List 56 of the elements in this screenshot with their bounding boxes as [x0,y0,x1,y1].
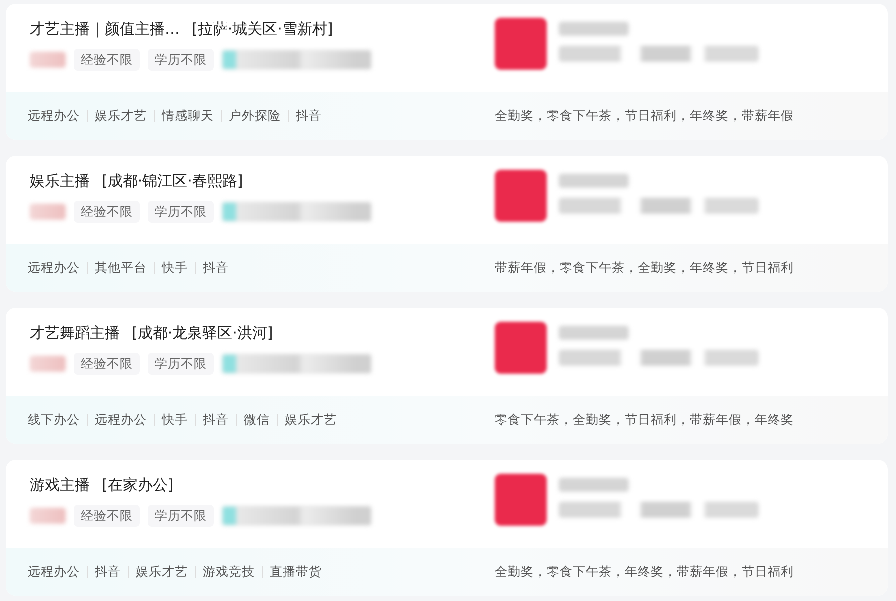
skill-tag: 微信 [236,414,277,426]
job-card[interactable]: 才艺舞蹈主播 [成都·龙泉驿区·洪河] 经验不限 学历不限 线下办公 远程办公 快手 抖音 微信 娱乐才艺 零食下午茶，全勤奖，节日福利，带薪年假，年终奖 [6,308,888,444]
job-title: 娱乐主播 [30,171,90,192]
job-location: [成都·锦江区·春熙路] [102,171,244,192]
skill-tag: 远程办公 [87,414,154,426]
requirement-tag: 经验不限 [74,352,140,376]
blurred-company-name [559,174,629,188]
benefits-text: 带薪年假，零食下午茶，全勤奖，年终奖，节日福利 [494,258,794,277]
blurred-company-name [559,326,629,340]
job-title: 才艺主播｜颜值主播… [30,19,180,40]
requirement-tag: 经验不限 [74,200,140,224]
benefits-text: 全勤奖，零食下午茶，节日福利，年终奖，带薪年假 [494,106,794,125]
job-title: 游戏主播 [30,475,90,496]
skill-tag: 抖音 [288,110,329,122]
skill-tag: 抖音 [87,566,128,578]
skill-tag: 户外探险 [221,110,288,122]
company-logo [495,170,547,222]
skill-tag: 快手 [154,414,195,426]
skill-tag: 远程办公 [28,262,87,274]
blurred-salary [30,508,66,524]
skill-tag: 其他平台 [87,262,154,274]
benefits-text: 零食下午茶，全勤奖，节日福利，带薪年假，年终奖 [494,410,794,429]
company-logo [495,18,547,70]
skill-tag: 情感聊天 [154,110,221,122]
blurred-company-name [559,478,629,492]
skill-tag: 抖音 [195,262,236,274]
requirement-tag: 经验不限 [74,504,140,528]
job-location: [拉萨·城关区·雪新村] [192,19,334,40]
job-card[interactable]: 才艺主播｜颜值主播… [拉萨·城关区·雪新村] 经验不限 学历不限 远程办公 娱乐才艺 情感聊天 户外探险 抖音 全勤奖，零食下午茶，节日福利，年终奖，带薪年假 [6,4,888,140]
skill-tag: 娱乐才艺 [277,414,344,426]
job-card[interactable]: 娱乐主播 [成都·锦江区·春熙路] 经验不限 学历不限 远程办公 其他平台 快手 抖音 带薪年假，零食下午茶，全勤奖，年终奖，节日福利 [6,156,888,292]
skill-tag: 远程办公 [28,110,87,122]
blurred-salary [30,52,66,68]
blurred-company-name [559,22,629,36]
skill-tag: 直播带货 [262,566,329,578]
job-card[interactable]: 游戏主播 [在家办公] 经验不限 学历不限 远程办公 抖音 娱乐才艺 游戏竞技 直播带货 全勤奖，零食下午茶，年终奖，带薪年假，节日福利 [6,460,888,596]
skill-tag: 远程办公 [28,566,87,578]
requirement-tag: 学历不限 [148,504,214,528]
job-location: [成都·龙泉驿区·洪河] [132,323,274,344]
skill-tag: 线下办公 [28,414,87,426]
skill-tag: 抖音 [195,414,236,426]
benefits-text: 全勤奖，零食下午茶，年终奖，带薪年假，节日福利 [494,562,794,581]
requirement-tag: 学历不限 [148,48,214,72]
skill-tag: 娱乐才艺 [128,566,195,578]
skill-tag: 游戏竞技 [195,566,262,578]
skill-tag: 娱乐才艺 [87,110,154,122]
blurred-salary [30,204,66,220]
requirement-tag: 学历不限 [148,352,214,376]
requirement-tag: 经验不限 [74,48,140,72]
skill-tag: 快手 [154,262,195,274]
job-title: 才艺舞蹈主播 [30,323,120,344]
requirement-tag: 学历不限 [148,200,214,224]
blurred-salary [30,356,66,372]
company-logo [495,322,547,374]
job-location: [在家办公] [102,475,174,496]
company-logo [495,474,547,526]
